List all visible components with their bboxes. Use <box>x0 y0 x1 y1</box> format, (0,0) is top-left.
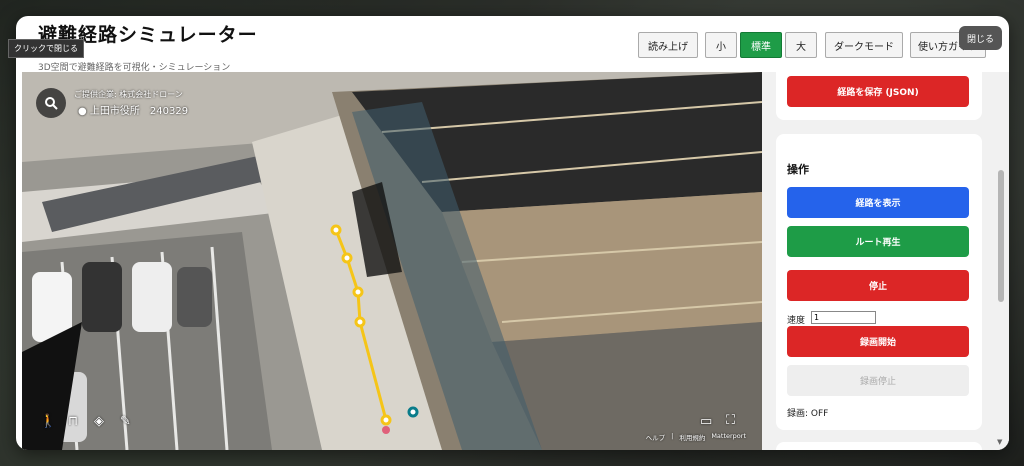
fullscreen-icon[interactable]: ⛶ <box>726 413 735 428</box>
measure-icon[interactable]: ✎ <box>120 414 131 429</box>
matterport-link[interactable]: Matterport <box>711 432 746 442</box>
panel-scrollbar[interactable]: ▼ <box>994 72 1009 450</box>
pin-icon: ● <box>78 106 87 117</box>
viewer-footer-links: ヘルプ | 利用規約 Matterport <box>646 432 746 442</box>
simulator-modal: 避難経路シミュレーター 3D空間で避難経路を可視化・シミュレーション 読み上げ … <box>16 16 1009 450</box>
help-link[interactable]: ヘルプ <box>646 432 666 442</box>
play-route-button[interactable]: ルート再生 <box>787 226 969 257</box>
font-size-small-button[interactable]: 小 <box>705 32 737 58</box>
close-tooltip: クリックで閉じる <box>8 39 84 58</box>
recording-status: 録画: OFF <box>787 409 829 419</box>
scroll-down-icon[interactable]: ▼ <box>997 438 1002 446</box>
operations-title: 操作 <box>787 163 809 176</box>
record-start-button[interactable]: 録画開始 <box>787 326 969 357</box>
layers-icon[interactable]: ◈ <box>94 414 104 429</box>
viewer-search-button[interactable] <box>36 88 66 118</box>
show-route-button[interactable]: 経路を表示 <box>787 187 969 218</box>
3d-viewer[interactable]: ご提供企業: 株式会社ドローン ● 上田市役所 240329 🚶 ⊓ ◈ ✎ ▭… <box>22 72 762 450</box>
font-size-standard-button[interactable]: 標準 <box>740 32 782 58</box>
next-card <box>776 442 982 450</box>
vr-icon[interactable]: ▭ <box>700 414 712 429</box>
location-name: 上田市役所 240329 <box>89 106 189 117</box>
save-card: 経路を保存 (JSON) <box>776 72 982 120</box>
search-icon <box>45 97 58 110</box>
provider-label: ご提供企業: 株式会社ドローン <box>74 90 183 99</box>
record-stop-button: 録画停止 <box>787 365 969 396</box>
save-route-button[interactable]: 経路を保存 (JSON) <box>787 76 969 107</box>
speed-label: 速度 <box>787 316 806 326</box>
close-button[interactable]: 閉じる <box>959 26 1002 50</box>
terms-link[interactable]: 利用規約 <box>679 432 705 442</box>
dark-mode-button[interactable]: ダークモード <box>825 32 903 58</box>
location-label: ● 上田市役所 240329 <box>78 102 188 117</box>
scrollbar-thumb[interactable] <box>998 170 1004 302</box>
read-aloud-button[interactable]: 読み上げ <box>638 32 698 58</box>
control-panel: 経路を保存 (JSON) 操作 経路を表示 ルート再生 停止 速度 録画開始 録… <box>762 72 1009 450</box>
stop-button[interactable]: 停止 <box>787 270 969 301</box>
speed-input[interactable] <box>811 311 876 324</box>
modal-header: 避難経路シミュレーター 3D空間で避難経路を可視化・シミュレーション 読み上げ … <box>16 16 1009 73</box>
walk-icon[interactable]: 🚶 <box>40 414 56 429</box>
3d-scene-image <box>22 72 762 450</box>
font-size-large-button[interactable]: 大 <box>785 32 817 58</box>
footer-separator: | <box>671 432 674 440</box>
floorplan-icon[interactable]: ⊓ <box>68 414 78 429</box>
operations-card: 操作 経路を表示 ルート再生 停止 速度 録画開始 録画停止 録画: OFF <box>776 134 982 430</box>
